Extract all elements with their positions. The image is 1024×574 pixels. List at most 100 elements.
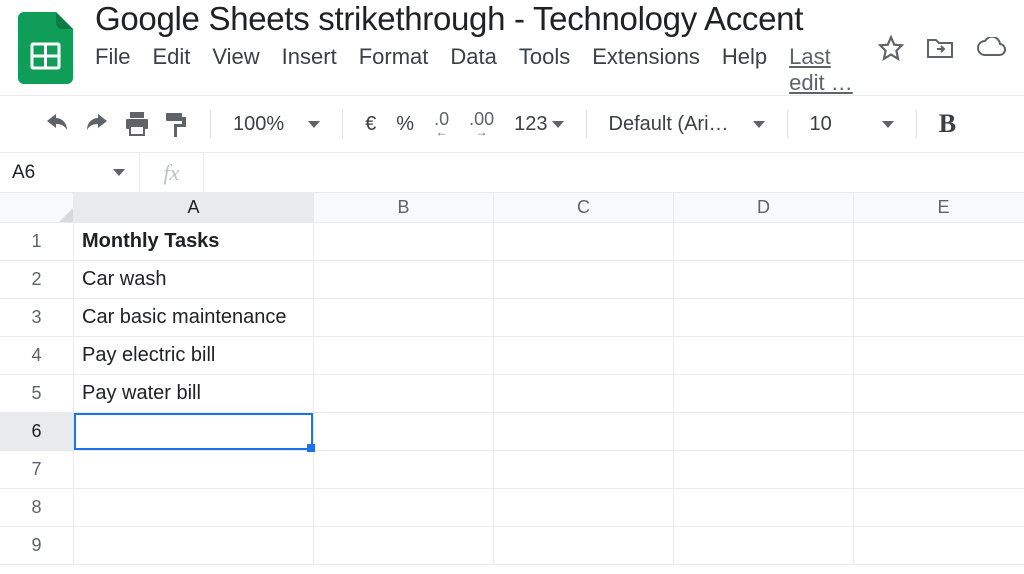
- increase-decimal[interactable]: .00 →: [469, 110, 494, 138]
- menu-extensions[interactable]: Extensions: [592, 44, 700, 96]
- cell-E8[interactable]: [854, 489, 1024, 526]
- cell-D4[interactable]: [674, 337, 854, 374]
- column-header-A[interactable]: A: [74, 193, 314, 222]
- cell-B4[interactable]: [314, 337, 494, 374]
- cell-D7[interactable]: [674, 451, 854, 488]
- column-header-E[interactable]: E: [854, 193, 1024, 222]
- cell-B2[interactable]: [314, 261, 494, 298]
- cell-E3[interactable]: [854, 299, 1024, 336]
- cell-C7[interactable]: [494, 451, 674, 488]
- last-edit-link[interactable]: Last edit …: [789, 44, 864, 96]
- cell-A7[interactable]: [74, 451, 314, 488]
- cell-C8[interactable]: [494, 489, 674, 526]
- cell-E1[interactable]: [854, 223, 1024, 260]
- cell-C5[interactable]: [494, 375, 674, 412]
- zoom-value: 100%: [233, 113, 284, 136]
- star-icon[interactable]: [878, 35, 904, 61]
- row-header-3[interactable]: 3: [0, 299, 73, 337]
- formula-bar: A6 fx: [0, 153, 1024, 193]
- menu-help[interactable]: Help: [722, 44, 767, 96]
- cell-A4[interactable]: Pay electric bill: [74, 337, 314, 374]
- cell-A6[interactable]: [74, 413, 314, 450]
- column-header-B[interactable]: B: [314, 193, 494, 222]
- title-bar: Google Sheets strikethrough - Technology…: [0, 0, 1024, 95]
- cell-B6[interactable]: [314, 413, 494, 450]
- row-header-9[interactable]: 9: [0, 527, 73, 565]
- row-header-5[interactable]: 5: [0, 375, 73, 413]
- cell-C4[interactable]: [494, 337, 674, 374]
- paint-format-icon[interactable]: [164, 111, 188, 137]
- cell-E4[interactable]: [854, 337, 1024, 374]
- menu-insert[interactable]: Insert: [282, 44, 337, 96]
- table-row: Car basic maintenance: [74, 299, 1024, 337]
- row-header-4[interactable]: 4: [0, 337, 73, 375]
- cell-D3[interactable]: [674, 299, 854, 336]
- document-title[interactable]: Google Sheets strikethrough - Technology…: [95, 0, 864, 44]
- cell-C3[interactable]: [494, 299, 674, 336]
- column-header-D[interactable]: D: [674, 193, 854, 222]
- cell-E6[interactable]: [854, 413, 1024, 450]
- format-percent[interactable]: %: [396, 113, 414, 136]
- print-icon[interactable]: [124, 112, 150, 136]
- cell-B8[interactable]: [314, 489, 494, 526]
- cell-D2[interactable]: [674, 261, 854, 298]
- menu-format[interactable]: Format: [359, 44, 429, 96]
- cell-D5[interactable]: [674, 375, 854, 412]
- menu-data[interactable]: Data: [450, 44, 496, 96]
- table-row: [74, 527, 1024, 565]
- cell-A1[interactable]: Monthly Tasks: [74, 223, 314, 260]
- menu-file[interactable]: File: [95, 44, 130, 96]
- row-header-1[interactable]: 1: [0, 223, 73, 261]
- cell-E2[interactable]: [854, 261, 1024, 298]
- cell-D6[interactable]: [674, 413, 854, 450]
- cell-D9[interactable]: [674, 527, 854, 564]
- more-formats-dropdown[interactable]: 123: [514, 113, 563, 136]
- cell-B9[interactable]: [314, 527, 494, 564]
- zoom-dropdown[interactable]: 100%: [233, 113, 320, 136]
- cell-C1[interactable]: [494, 223, 674, 260]
- cell-A5[interactable]: Pay water bill: [74, 375, 314, 412]
- table-row: [74, 413, 1024, 451]
- select-all-corner[interactable]: [0, 193, 73, 223]
- cell-C6[interactable]: [494, 413, 674, 450]
- column-header-C[interactable]: C: [494, 193, 674, 222]
- cell-B5[interactable]: [314, 375, 494, 412]
- table-row: Car wash: [74, 261, 1024, 299]
- fx-label-icon: fx: [140, 153, 204, 192]
- redo-icon[interactable]: [84, 114, 110, 134]
- row-header-8[interactable]: 8: [0, 489, 73, 527]
- cell-B3[interactable]: [314, 299, 494, 336]
- cell-C2[interactable]: [494, 261, 674, 298]
- bold-button[interactable]: B: [939, 109, 956, 139]
- name-box[interactable]: A6: [0, 153, 140, 192]
- cloud-status-icon[interactable]: [976, 37, 1006, 59]
- formula-input[interactable]: [204, 153, 1024, 192]
- menu-view[interactable]: View: [212, 44, 259, 96]
- table-row: [74, 489, 1024, 527]
- font-size-dropdown[interactable]: 10: [810, 113, 894, 136]
- undo-icon[interactable]: [44, 114, 70, 134]
- arrow-left-icon: ←: [436, 126, 448, 138]
- cell-A3[interactable]: Car basic maintenance: [74, 299, 314, 336]
- font-family-dropdown[interactable]: Default (Ari…: [609, 113, 765, 136]
- cell-A8[interactable]: [74, 489, 314, 526]
- cell-D8[interactable]: [674, 489, 854, 526]
- cell-D1[interactable]: [674, 223, 854, 260]
- cell-E5[interactable]: [854, 375, 1024, 412]
- menu-edit[interactable]: Edit: [152, 44, 190, 96]
- cell-E9[interactable]: [854, 527, 1024, 564]
- row-header-6[interactable]: 6: [0, 413, 73, 451]
- cell-B7[interactable]: [314, 451, 494, 488]
- decrease-decimal[interactable]: .0 ←: [434, 110, 449, 138]
- chevron-down-icon: [113, 169, 125, 176]
- cell-A2[interactable]: Car wash: [74, 261, 314, 298]
- menu-tools[interactable]: Tools: [519, 44, 570, 96]
- format-currency[interactable]: €: [365, 113, 376, 136]
- cell-B1[interactable]: [314, 223, 494, 260]
- cell-A9[interactable]: [74, 527, 314, 564]
- move-to-folder-icon[interactable]: [926, 36, 954, 60]
- cell-E7[interactable]: [854, 451, 1024, 488]
- row-header-2[interactable]: 2: [0, 261, 73, 299]
- row-header-7[interactable]: 7: [0, 451, 73, 489]
- cell-C9[interactable]: [494, 527, 674, 564]
